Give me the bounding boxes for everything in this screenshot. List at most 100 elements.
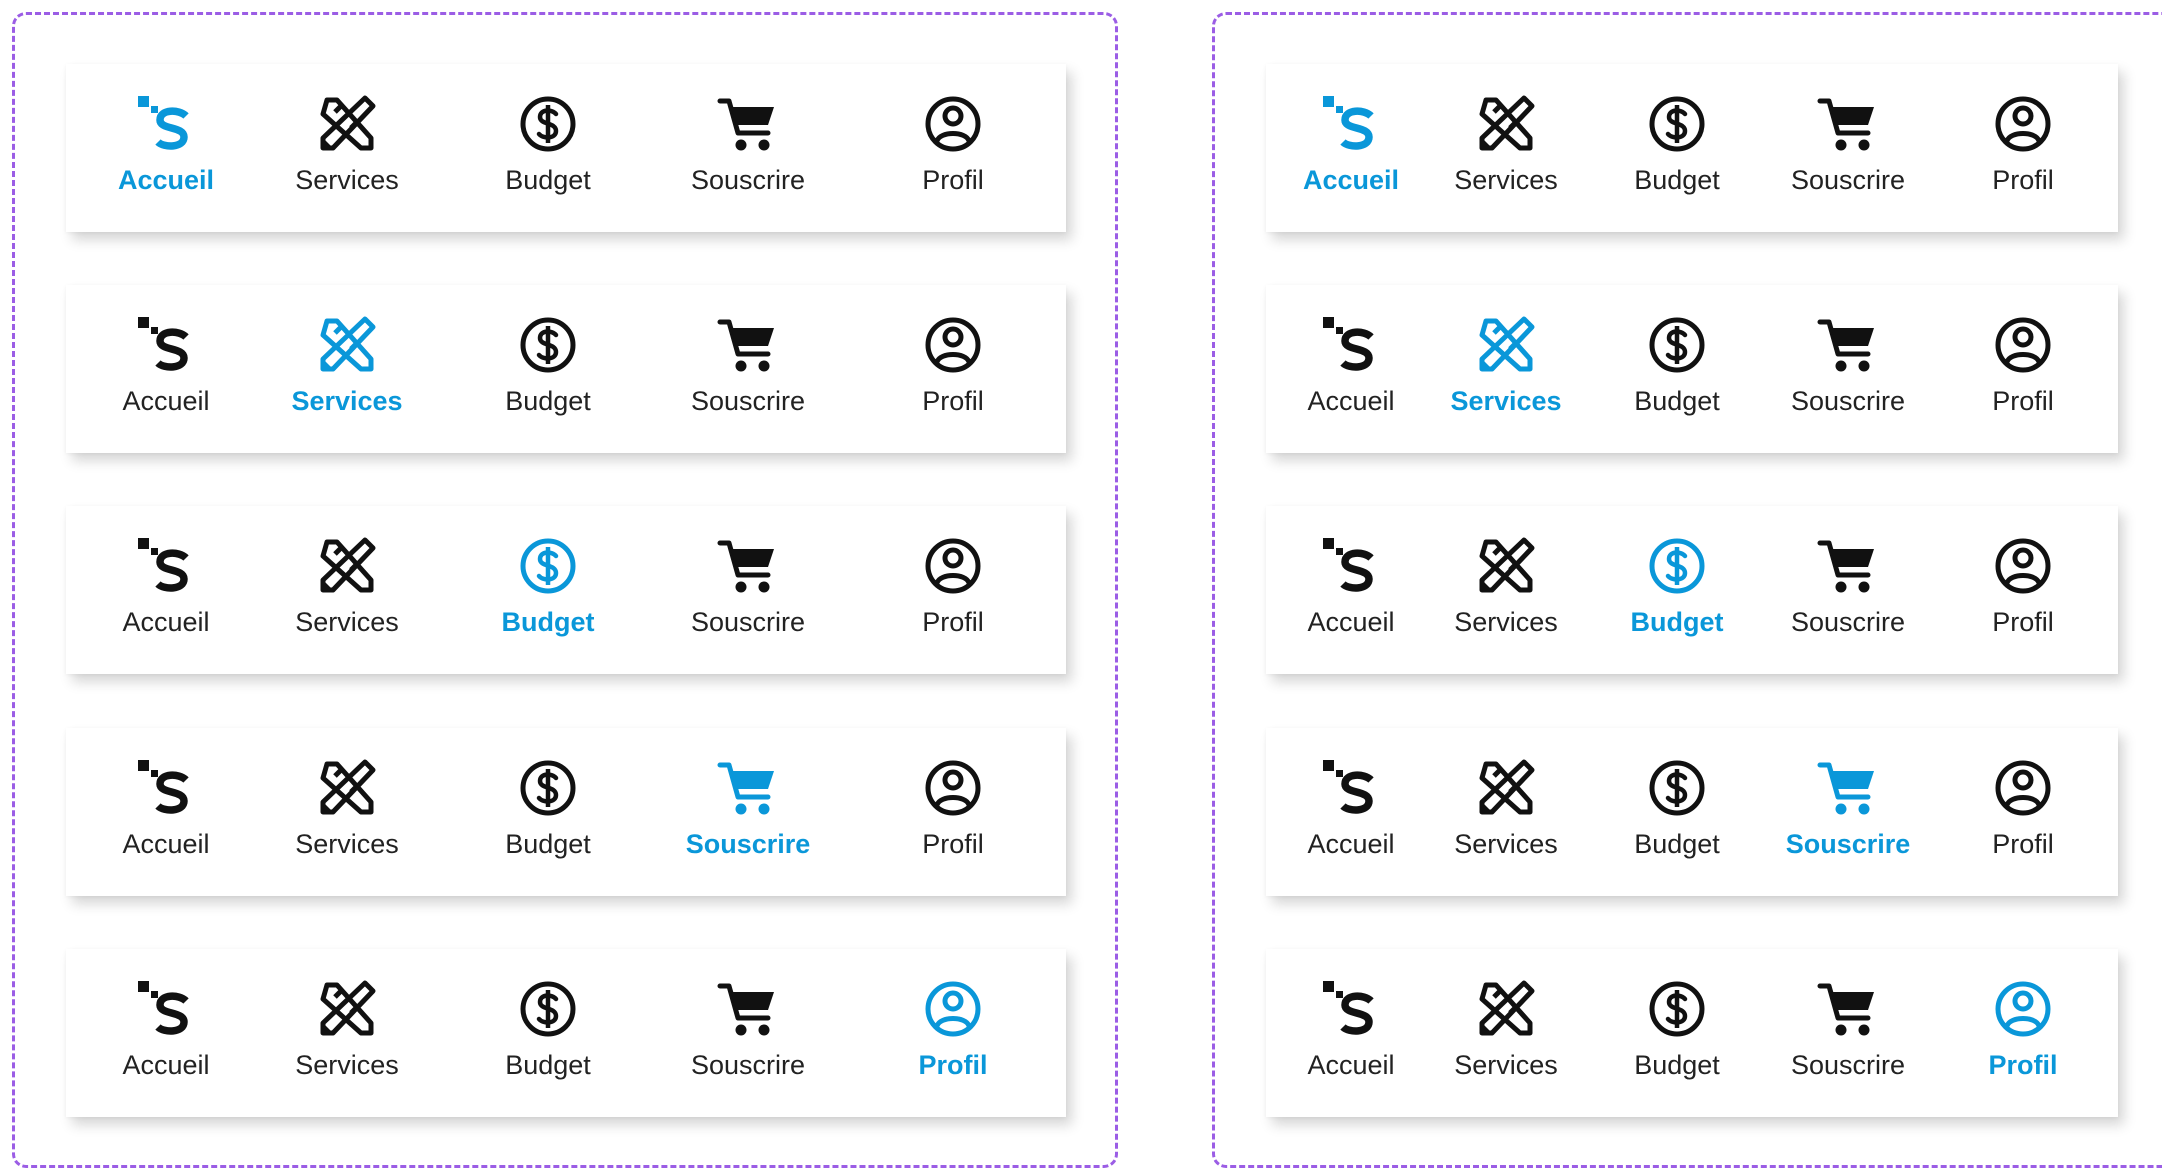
nav-label: Services bbox=[1454, 165, 1558, 195]
user-circle-icon bbox=[921, 534, 985, 598]
nav-label: Souscrire bbox=[1790, 607, 1906, 637]
dollar-circle-icon bbox=[1645, 313, 1709, 377]
nav-label: Souscrire bbox=[1790, 1050, 1906, 1080]
tools-icon bbox=[315, 756, 379, 820]
dollar-circle-icon bbox=[516, 756, 580, 820]
user-circle-icon bbox=[1991, 313, 2055, 377]
nav-item-accueil[interactable]: Accueil bbox=[1261, 756, 1441, 866]
nav-label: Souscrire bbox=[690, 607, 806, 637]
nav-item-budget[interactable]: Budget bbox=[458, 977, 638, 1087]
nav-item-budget[interactable]: Budget bbox=[1587, 313, 1767, 423]
nav-item-accueil[interactable]: Accueil bbox=[76, 92, 256, 202]
nav-item-accueil[interactable]: Accueil bbox=[1261, 977, 1441, 1087]
nav-label: Profil bbox=[922, 165, 984, 195]
nav-label: Accueil bbox=[1307, 607, 1395, 637]
nav-item-souscrire[interactable]: Souscrire bbox=[658, 756, 838, 866]
cart-icon bbox=[716, 977, 780, 1041]
nav-item-services[interactable]: Services bbox=[257, 756, 437, 866]
nav-item-accueil[interactable]: Accueil bbox=[1261, 534, 1441, 644]
nav-item-budget[interactable]: Budget bbox=[1587, 92, 1767, 202]
nav-label: Accueil bbox=[117, 165, 215, 195]
cart-icon bbox=[716, 92, 780, 156]
nav-item-profil[interactable]: Profil bbox=[1933, 977, 2113, 1087]
nav-item-services[interactable]: Services bbox=[257, 313, 437, 423]
nav-label: Souscrire bbox=[1785, 829, 1911, 859]
nav-item-services[interactable]: Services bbox=[257, 977, 437, 1087]
nav-label: Souscrire bbox=[690, 386, 806, 416]
nav-label: Profil bbox=[1988, 1050, 2058, 1080]
nav-item-souscrire[interactable]: Souscrire bbox=[1758, 313, 1938, 423]
nav-label: Services bbox=[295, 1050, 399, 1080]
nav-item-souscrire[interactable]: Souscrire bbox=[1758, 756, 1938, 866]
tools-icon bbox=[315, 92, 379, 156]
cart-icon bbox=[1816, 313, 1880, 377]
nav-label: Accueil bbox=[122, 1050, 210, 1080]
user-circle-icon bbox=[1991, 534, 2055, 598]
nav-item-budget[interactable]: Budget bbox=[458, 313, 638, 423]
nav-item-accueil[interactable]: Accueil bbox=[76, 977, 256, 1087]
nav-label: Services bbox=[1454, 1050, 1558, 1080]
dollar-circle-icon bbox=[516, 534, 580, 598]
nav-item-profil[interactable]: Profil bbox=[863, 92, 1043, 202]
logo-s-icon bbox=[134, 92, 198, 156]
nav-item-budget[interactable]: Budget bbox=[1587, 534, 1767, 644]
nav-item-souscrire[interactable]: Souscrire bbox=[1758, 92, 1938, 202]
nav-item-budget[interactable]: Budget bbox=[458, 534, 638, 644]
nav-item-profil[interactable]: Profil bbox=[863, 756, 1043, 866]
dollar-circle-icon bbox=[516, 977, 580, 1041]
nav-item-services[interactable]: Services bbox=[1416, 534, 1596, 644]
nav-item-services[interactable]: Services bbox=[1416, 313, 1596, 423]
logo-s-icon bbox=[1319, 977, 1383, 1041]
nav-item-accueil[interactable]: Accueil bbox=[76, 756, 256, 866]
nav-item-profil[interactable]: Profil bbox=[1933, 313, 2113, 423]
bottom-nav-bar: Accueil Services Budget Souscrire Profil bbox=[1266, 64, 2118, 232]
nav-label: Accueil bbox=[1302, 165, 1400, 195]
nav-item-profil[interactable]: Profil bbox=[1933, 534, 2113, 644]
nav-item-services[interactable]: Services bbox=[1416, 977, 1596, 1087]
nav-item-accueil[interactable]: Accueil bbox=[76, 313, 256, 423]
nav-label: Souscrire bbox=[1790, 165, 1906, 195]
dollar-circle-icon bbox=[516, 313, 580, 377]
nav-item-profil[interactable]: Profil bbox=[863, 977, 1043, 1087]
nav-label: Souscrire bbox=[1790, 386, 1906, 416]
nav-item-services[interactable]: Services bbox=[1416, 756, 1596, 866]
nav-item-services[interactable]: Services bbox=[257, 534, 437, 644]
nav-item-services[interactable]: Services bbox=[1416, 92, 1596, 202]
nav-label: Souscrire bbox=[685, 829, 811, 859]
nav-item-budget[interactable]: Budget bbox=[458, 756, 638, 866]
nav-item-souscrire[interactable]: Souscrire bbox=[658, 534, 838, 644]
nav-item-souscrire[interactable]: Souscrire bbox=[658, 313, 838, 423]
nav-label: Budget bbox=[505, 386, 591, 416]
nav-label: Budget bbox=[1634, 1050, 1720, 1080]
nav-item-services[interactable]: Services bbox=[257, 92, 437, 202]
cart-icon bbox=[1816, 92, 1880, 156]
logo-s-icon bbox=[1319, 313, 1383, 377]
user-circle-icon bbox=[1991, 756, 2055, 820]
bottom-nav-bar: Accueil Services Budget Souscrire Profil bbox=[66, 728, 1066, 896]
tools-icon bbox=[1474, 313, 1538, 377]
bottom-nav-bar: Accueil Services Budget Souscrire Profil bbox=[1266, 285, 2118, 453]
nav-item-budget[interactable]: Budget bbox=[1587, 756, 1767, 866]
nav-item-accueil[interactable]: Accueil bbox=[1261, 313, 1441, 423]
nav-item-budget[interactable]: Budget bbox=[458, 92, 638, 202]
bottom-nav-bar: Accueil Services Budget Souscrire Profil bbox=[1266, 949, 2118, 1117]
nav-item-profil[interactable]: Profil bbox=[863, 313, 1043, 423]
nav-item-souscrire[interactable]: Souscrire bbox=[658, 977, 838, 1087]
tools-icon bbox=[1474, 92, 1538, 156]
nav-label: Services bbox=[1454, 607, 1558, 637]
dollar-circle-icon bbox=[1645, 534, 1709, 598]
nav-item-profil[interactable]: Profil bbox=[863, 534, 1043, 644]
nav-item-accueil[interactable]: Accueil bbox=[1261, 92, 1441, 202]
nav-item-souscrire[interactable]: Souscrire bbox=[1758, 534, 1938, 644]
nav-item-souscrire[interactable]: Souscrire bbox=[658, 92, 838, 202]
nav-label: Services bbox=[295, 607, 399, 637]
tools-icon bbox=[1474, 756, 1538, 820]
nav-item-profil[interactable]: Profil bbox=[1933, 92, 2113, 202]
user-circle-icon bbox=[921, 92, 985, 156]
nav-item-souscrire[interactable]: Souscrire bbox=[1758, 977, 1938, 1087]
tools-icon bbox=[1474, 977, 1538, 1041]
nav-item-budget[interactable]: Budget bbox=[1587, 977, 1767, 1087]
tools-icon bbox=[315, 534, 379, 598]
nav-item-accueil[interactable]: Accueil bbox=[76, 534, 256, 644]
nav-item-profil[interactable]: Profil bbox=[1933, 756, 2113, 866]
